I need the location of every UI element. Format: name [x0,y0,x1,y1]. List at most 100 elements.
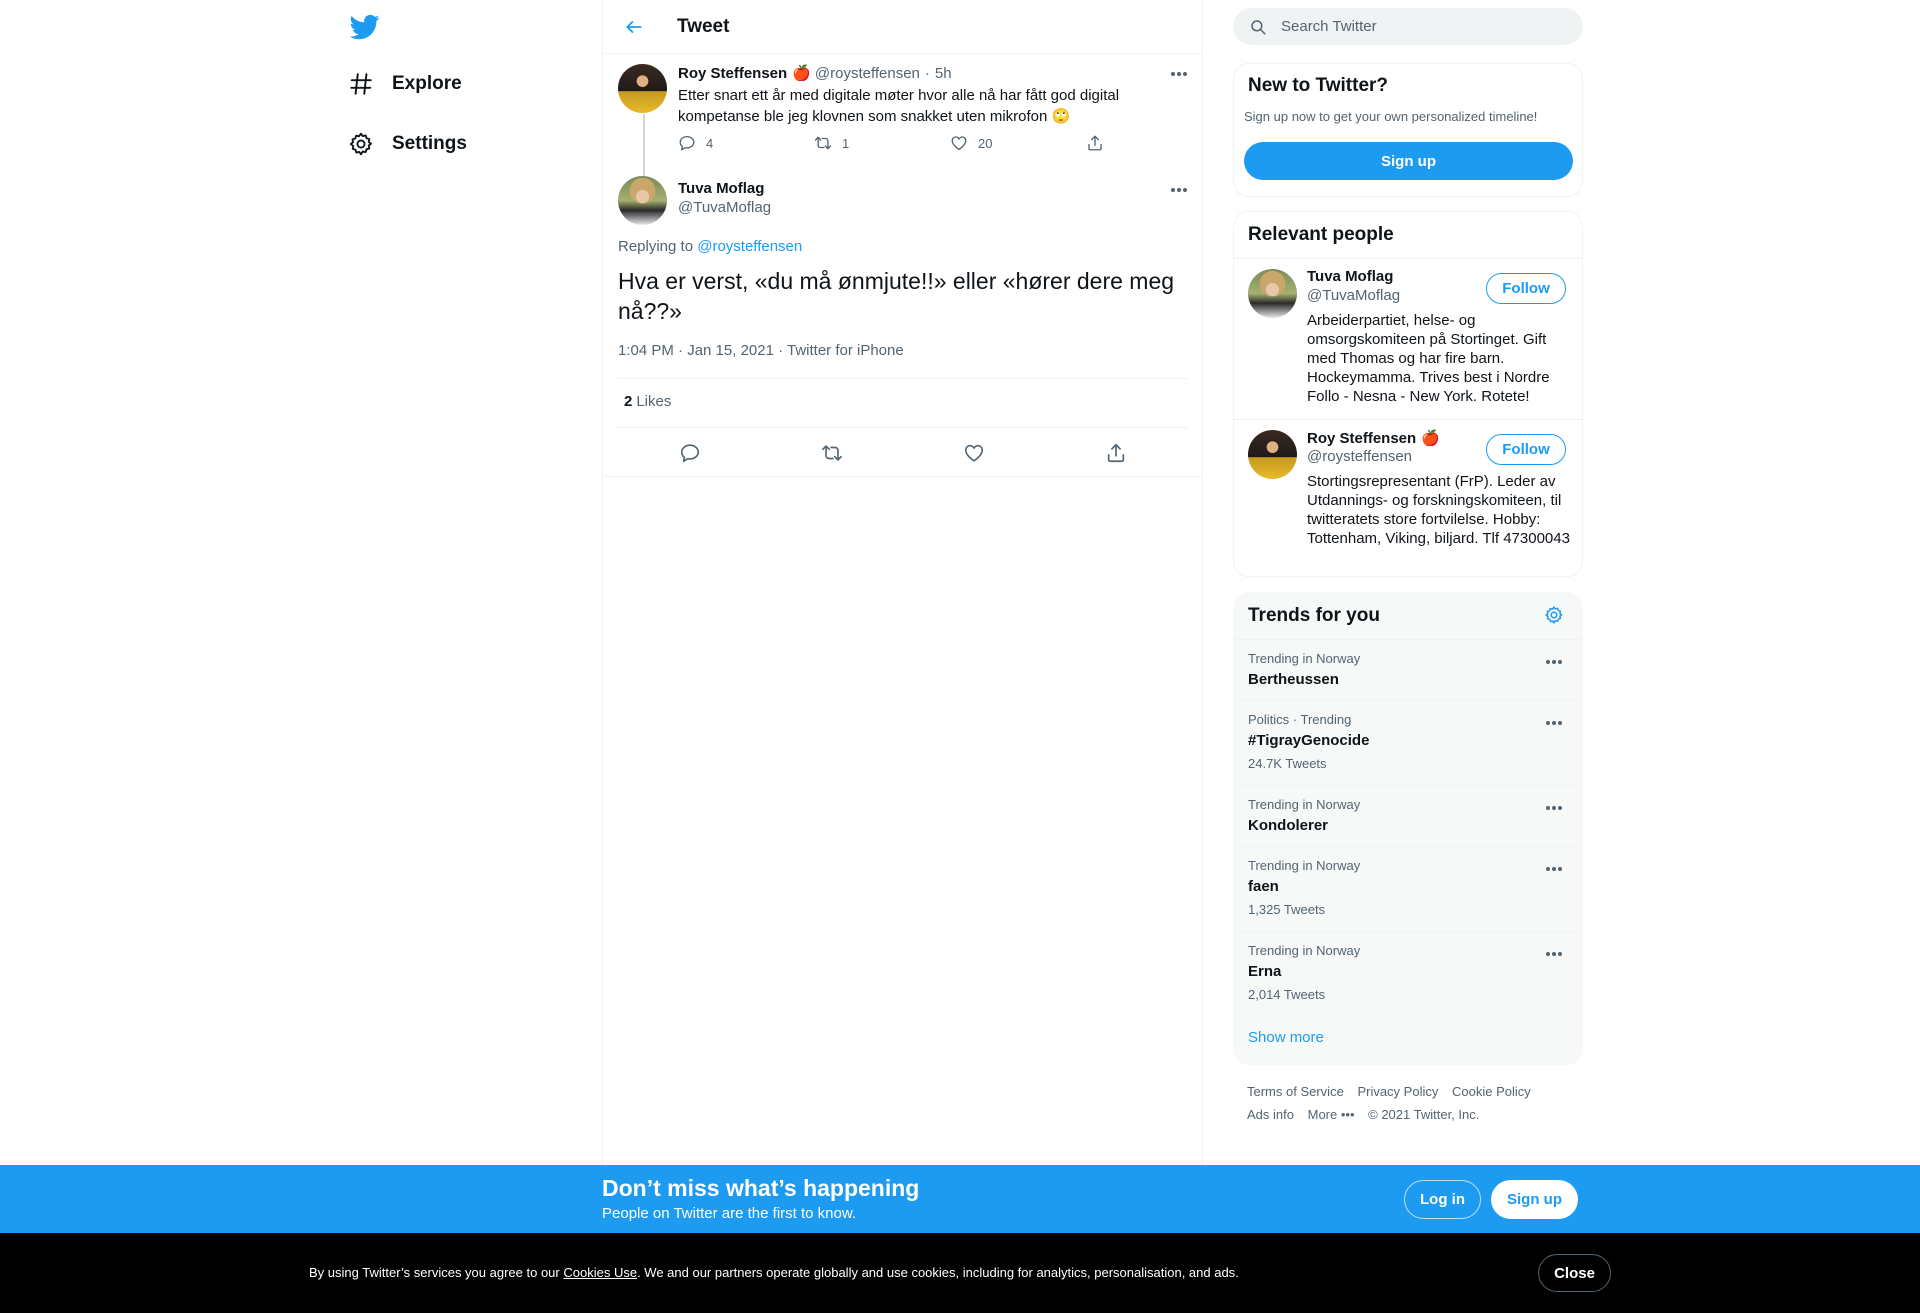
person-name[interactable]: Roy Steffensen 🍎 [1307,429,1444,448]
retweet-icon [821,442,843,464]
more-icon[interactable] [1544,859,1564,879]
search-bar[interactable] [1233,8,1583,45]
new-to-twitter-card: New to Twitter? Sign up now to get your … [1233,63,1583,197]
card-title: Trends for you [1248,605,1380,626]
tweet-meta[interactable]: 1:04 PM · Jan 15, 2021 · Twitter for iPh… [618,342,904,359]
tweet-column: Tweet Roy Steffensen 🍎 @roysteffensen · … [602,0,1203,1165]
like-button[interactable]: 20 [950,134,992,152]
close-button[interactable]: Close [1538,1254,1611,1292]
person-item[interactable]: Tuva Moflag @TuvaMoflag Follow Arbeiderp… [1234,259,1582,419]
cookie-prefix: By using Twitter’s services you agree to… [309,1265,560,1280]
tweet-text: Etter snart ett år med digitale møter hv… [678,87,1120,125]
signup-banner: Don’t miss what’s happening People on Tw… [0,1165,1920,1233]
footer-link-cookies[interactable]: Cookie Policy [1452,1084,1531,1099]
follow-button[interactable]: Follow [1486,434,1566,465]
reply-button[interactable] [677,440,703,466]
more-icon[interactable] [1544,652,1564,672]
more-icon[interactable] [1544,798,1564,818]
trend-name: faen [1248,878,1279,895]
avatar[interactable] [618,64,667,113]
like-button[interactable] [961,440,987,466]
share-icon [1105,442,1127,464]
footer-link-privacy[interactable]: Privacy Policy [1357,1084,1438,1099]
replying-prefix: Replying to [618,238,694,255]
trend-item[interactable]: Politics · Trending #TigrayGenocide 24.7… [1234,700,1582,785]
avatar[interactable] [1248,269,1297,318]
tweet-text: Hva er verst, «du må ønmjute!!» eller «h… [618,268,1175,324]
share-button[interactable] [1103,440,1129,466]
signup-button[interactable]: Sign up [1491,1180,1578,1219]
person-handle[interactable]: @roysteffensen [1307,448,1412,465]
trend-name: Erna [1248,963,1282,980]
twitter-bird-icon[interactable] [350,12,380,42]
card-subtitle: Sign up now to get your own personalized… [1244,109,1538,124]
nav-item-label: Settings [392,133,467,154]
parent-tweet[interactable]: Roy Steffensen 🍎 @roysteffensen · 5h Ett… [603,54,1203,178]
likes-stat[interactable]: 2 Likes [624,393,671,410]
login-button[interactable]: Log in [1404,1180,1481,1219]
gear-icon [348,131,374,157]
avatar[interactable] [1248,430,1297,479]
author-handle[interactable]: @TuvaMoflag [678,199,771,216]
gear-icon[interactable] [1544,605,1564,625]
tweet-actions: 4 1 20 [678,134,1118,158]
trend-item[interactable]: Trending in Norway faen 1,325 Tweets [1234,846,1582,931]
column-header: Tweet [603,0,1202,54]
show-more-link[interactable]: Show more [1248,1029,1324,1046]
trend-context: Trending in Norway [1248,858,1361,873]
share-button[interactable] [1086,134,1104,152]
follow-button[interactable]: Follow [1486,273,1566,304]
footer-link-more[interactable]: More ••• [1308,1107,1355,1122]
retweet-button[interactable] [819,440,845,466]
card-title: New to Twitter? [1248,75,1389,96]
footer-links: Terms of Service Privacy Policy Cookie P… [1247,1080,1577,1126]
trend-item[interactable]: Trending in Norway Erna 2,014 Tweets [1234,931,1582,1016]
search-icon [1249,18,1267,36]
author-name[interactable]: Roy Steffensen [678,65,787,82]
trend-name: #TigrayGenocide [1248,732,1370,749]
cookie-banner: By using Twitter’s services you agree to… [0,1233,1920,1313]
reply-count: 4 [706,135,714,151]
more-icon[interactable] [1169,180,1189,200]
page-title: Tweet [677,15,730,37]
trend-count: 24.7K Tweets [1248,756,1327,771]
more-icon[interactable] [1544,713,1564,733]
thread-connector [643,114,645,178]
share-icon [1086,134,1104,152]
back-button[interactable] [617,10,651,44]
cookie-suffix: . We and our partners operate globally a… [637,1265,1239,1280]
banner-title: Don’t miss what’s happening [602,1175,920,1201]
nav-item-explore[interactable]: Explore [348,64,462,104]
nav-item-settings[interactable]: Settings [348,124,467,164]
replying-to-link[interactable]: @roysteffensen [697,238,802,255]
avatar[interactable] [618,176,667,225]
author-handle[interactable]: @roysteffensen [815,65,920,82]
nav-item-label: Explore [392,73,462,94]
author-name[interactable]: Tuva Moflag [678,180,764,197]
replying-to: Replying to @roysteffensen [618,238,802,255]
person-handle[interactable]: @TuvaMoflag [1307,287,1400,304]
trend-context: Politics · Trending [1248,712,1352,727]
signup-button[interactable]: Sign up [1244,142,1573,180]
more-icon[interactable] [1169,64,1189,84]
more-icon[interactable] [1544,944,1564,964]
person-item[interactable]: Roy Steffensen 🍎 @roysteffensen Follow St… [1234,420,1582,576]
cookie-notice: By using Twitter’s services you agree to… [309,1265,1239,1280]
person-name[interactable]: Tuva Moflag [1307,268,1393,285]
search-input[interactable] [1281,18,1541,35]
tweet-time[interactable]: 5h [935,65,952,82]
divider [603,476,1203,477]
reply-icon [679,442,701,464]
separator-dot: · [924,64,930,82]
likes-label: Likes [636,393,672,410]
apple-emoji: 🍎 [1421,430,1440,447]
trend-name: Bertheussen [1248,671,1339,688]
trend-item[interactable]: Trending in Norway Bertheussen [1234,639,1582,700]
reply-button[interactable]: 4 [678,134,713,152]
retweet-button[interactable]: 1 [814,134,849,152]
footer-link-terms[interactable]: Terms of Service [1247,1084,1344,1099]
trend-item[interactable]: Trending in Norway Kondolerer [1234,785,1582,846]
cookies-use-link[interactable]: Cookies Use [563,1265,637,1280]
footer-link-ads[interactable]: Ads info [1247,1107,1294,1122]
reply-icon [678,134,696,152]
